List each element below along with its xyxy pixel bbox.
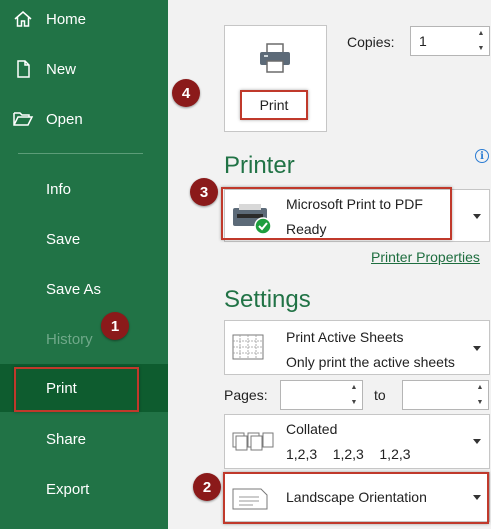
sidebar-item-save-as[interactable]: Save As [0, 265, 168, 313]
open-folder-icon [0, 109, 46, 129]
sidebar-item-history: History [46, 330, 93, 348]
print-what-title: Print Active Sheets [286, 329, 404, 345]
spin-up-icon[interactable]: ▲ [478, 30, 485, 37]
spin-down-icon[interactable]: ▼ [477, 399, 484, 406]
callout-badge-4: 4 [172, 79, 200, 107]
settings-section-title: Settings [224, 286, 311, 313]
callout-badge-2: 2 [193, 473, 221, 501]
sidebar-item-export[interactable]: Export [0, 465, 168, 513]
printer-section-title: Printer [224, 152, 295, 179]
callout-badge-1: 1 [101, 312, 129, 340]
home-icon [0, 9, 46, 29]
collation-title: Collated [286, 421, 338, 437]
sidebar-item-info[interactable]: Info [0, 165, 168, 213]
collation-dropdown[interactable]: Collated 1,2,3 1,2,3 1,2,3 [224, 414, 490, 469]
pages-to-input[interactable]: ▲ ▼ [402, 380, 489, 410]
info-icon[interactable]: i [475, 149, 489, 163]
sheet-grid-icon [231, 329, 271, 370]
sidebar-item-save[interactable]: Save [0, 215, 168, 263]
collated-pages-icon [231, 429, 275, 458]
collation-description: 1,2,3 1,2,3 1,2,3 [286, 446, 411, 462]
spin-up-icon[interactable]: ▲ [351, 384, 358, 391]
print-nav-highlight [14, 367, 139, 412]
spin-down-icon[interactable]: ▼ [478, 45, 485, 52]
backstage-sidebar: Home New Open Info Save Save As History … [0, 0, 168, 529]
print-what-description: Only print the active sheets [286, 354, 455, 370]
copies-stepper[interactable]: 1 ▲ ▼ [410, 26, 490, 56]
copies-label: Copies: [347, 34, 395, 50]
chevron-down-icon [473, 346, 481, 351]
print-what-dropdown[interactable]: Print Active Sheets Only print the activ… [224, 320, 490, 375]
printer-highlight [221, 187, 452, 240]
pages-to-label: to [374, 387, 386, 403]
printer-icon [258, 42, 292, 79]
pages-label: Pages: [224, 387, 268, 403]
callout-badge-3: 3 [190, 178, 218, 206]
spin-up-icon[interactable]: ▲ [477, 384, 484, 391]
spin-down-icon[interactable]: ▼ [351, 399, 358, 406]
copies-value: 1 [419, 33, 427, 49]
sidebar-item-new[interactable]: New [0, 45, 168, 93]
chevron-down-icon [473, 439, 481, 444]
printer-properties-link[interactable]: Printer Properties [371, 249, 480, 265]
pages-from-input[interactable]: ▲ ▼ [280, 380, 363, 410]
sidebar-item-open[interactable]: Open [0, 95, 168, 143]
sidebar-item-share[interactable]: Share [0, 415, 168, 463]
orientation-highlight [223, 472, 489, 524]
chevron-down-icon [473, 214, 481, 219]
print-button-highlight [240, 90, 308, 120]
new-document-icon [0, 59, 46, 79]
sidebar-item-home[interactable]: Home [0, 0, 168, 43]
sidebar-separator [18, 153, 143, 154]
